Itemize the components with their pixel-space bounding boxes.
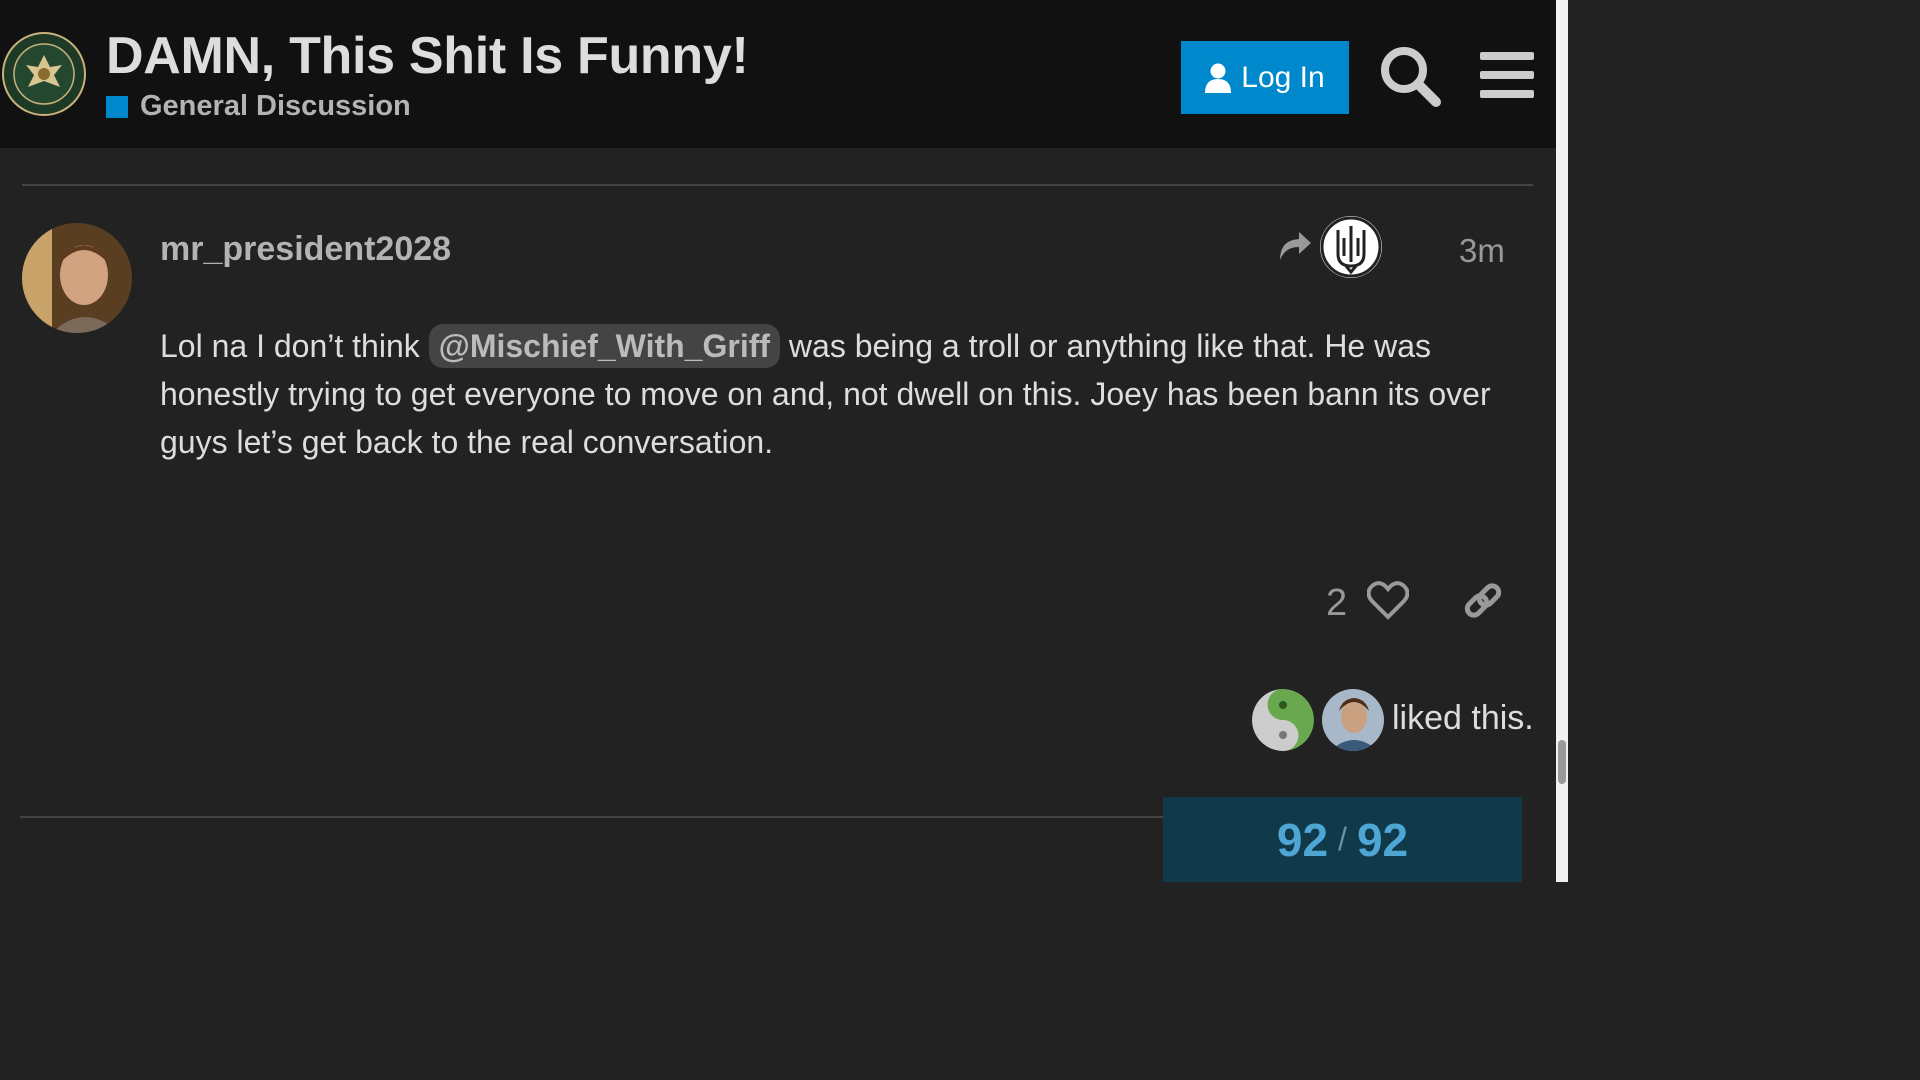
progress-total: 92	[1356, 813, 1409, 866]
reply-arrow-icon[interactable]	[1277, 230, 1313, 267]
login-label: Log In	[1241, 60, 1325, 94]
user-mention-link[interactable]: @Mischief_With_Griff	[428, 324, 781, 368]
category-label: General Discussion	[140, 90, 411, 122]
user-avatar[interactable]	[22, 223, 132, 333]
post-body: Lol na I don’t think @Mischief_With_Grif…	[160, 322, 1520, 466]
search-button[interactable]	[1378, 44, 1442, 113]
reply-to-avatar[interactable]	[1320, 216, 1382, 278]
topic-progress-indicator[interactable]: 92 / 92	[1163, 797, 1522, 882]
link-icon	[1464, 583, 1502, 618]
bottom-divider	[20, 816, 1163, 818]
top-divider	[22, 184, 1533, 186]
category-color-swatch	[106, 95, 128, 118]
heart-icon	[1366, 581, 1410, 620]
like-count[interactable]: 2	[1326, 582, 1347, 625]
infowars-army-seal-icon[interactable]	[2, 31, 86, 117]
hamburger-menu-button[interactable]	[1480, 50, 1534, 105]
like-button[interactable]	[1366, 581, 1410, 626]
search-icon	[1381, 47, 1441, 107]
progress-separator: /	[1338, 821, 1347, 857]
user-icon	[1205, 63, 1232, 93]
category-badge[interactable]: General Discussion	[106, 90, 411, 123]
post-username[interactable]: mr_president2028	[160, 230, 451, 269]
liker-avatar-2[interactable]	[1322, 689, 1384, 751]
progress-current: 92	[1276, 813, 1329, 866]
site-header: DAMN, This Shit Is Funny! General Discus…	[0, 0, 1556, 148]
login-button[interactable]: Log In	[1181, 41, 1349, 114]
page-scrollbar[interactable]	[1556, 0, 1568, 882]
scrollbar-thumb[interactable]	[1558, 740, 1566, 784]
post-text-before-mention: Lol na I don’t think	[160, 328, 429, 364]
post-timestamp[interactable]: 3m	[1459, 232, 1505, 270]
hamburger-menu-icon	[1480, 52, 1534, 98]
liker-avatar-1[interactable]	[1252, 689, 1314, 751]
share-link-button[interactable]	[1462, 581, 1504, 628]
liked-this-label: liked this.	[1392, 699, 1534, 737]
topic-title[interactable]: DAMN, This Shit Is Funny!	[106, 26, 749, 86]
